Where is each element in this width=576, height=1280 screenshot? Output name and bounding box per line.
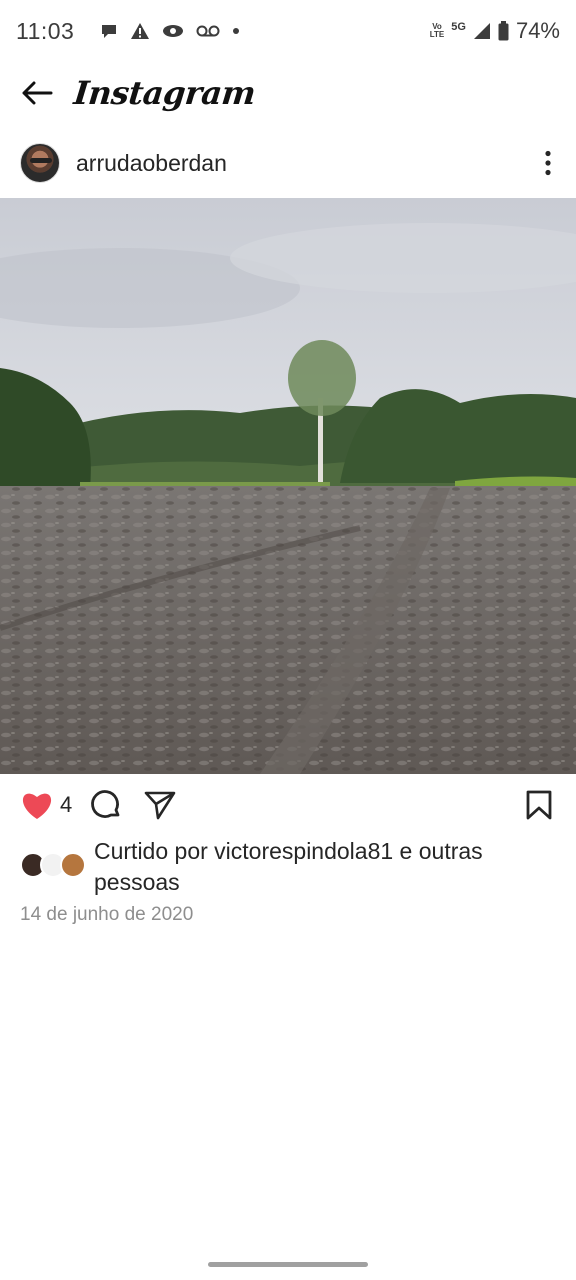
heart-filled-icon [22,793,52,819]
comment-icon [91,790,120,818]
signal-icon [473,23,490,39]
more-options-button[interactable] [520,135,576,191]
like-count: 4 [60,792,73,817]
field-photo [0,198,576,774]
instagram-logo: Instagram [72,74,258,112]
status-bar: 11:03 Vo LTE 5G 74% [0,0,576,62]
system-icons: Vo LTE 5G 74% [430,18,560,44]
voicemail-icon [196,25,220,37]
home-indicator[interactable] [208,1262,368,1267]
volte-icon: Vo LTE [429,22,445,39]
action-bar: 4 [0,780,576,830]
like-button[interactable] [20,790,54,820]
liker-avatars [20,852,86,882]
comment-button[interactable] [90,789,122,821]
post-photo[interactable] [0,198,576,774]
share-button[interactable] [144,790,176,820]
signal-5g-label: 5G [451,21,466,33]
post-header: arrudaoberdan [0,134,576,192]
battery-icon [498,21,509,41]
back-button[interactable] [0,62,64,124]
username-link[interactable]: arrudaoberdan [76,150,227,177]
battery-percent: 74% [515,18,560,43]
chat-bubble-icon [102,25,117,38]
share-icon [144,791,176,820]
eye-icon [163,25,184,37]
app-header: Instagram [0,62,576,124]
liked-by[interactable]: Curtido por victorespindola81 e outras p… [20,836,560,898]
liked-by-text[interactable]: Curtido por victorespindola81 e outras p… [94,836,560,898]
post-date: 14 de junho de 2020 [20,904,194,925]
avatar[interactable] [20,143,60,183]
notification-icons [100,22,240,40]
warning-icon [131,23,150,39]
bookmark-icon [526,790,552,820]
dot-icon [233,28,240,34]
save-button[interactable] [526,790,552,820]
back-arrow-icon [22,81,53,105]
avatar [60,852,86,878]
status-time: 11:03 [16,17,75,44]
more-vertical-icon [545,150,551,176]
